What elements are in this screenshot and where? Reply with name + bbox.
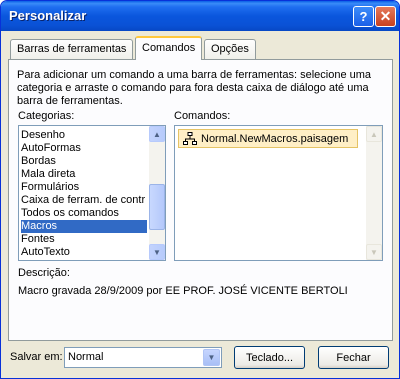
commands-label: Comandos: [174, 110, 231, 122]
commands-list[interactable]: Normal.NewMacros.paisagem ▲ ▼ [174, 125, 383, 261]
command-item-label: Normal.NewMacros.paisagem [201, 132, 349, 145]
chevron-down-icon: ▼ [207, 353, 216, 362]
scroll-up-button[interactable]: ▲ [149, 126, 165, 142]
close-button-label: Fechar [336, 351, 371, 364]
description-label: Descrição: [18, 267, 70, 279]
combo-dropdown-button[interactable]: ▼ [203, 349, 220, 366]
close-icon: ✕ [379, 8, 392, 24]
description-text: Macro gravada 28/9/2009 por EE PROF. JOS… [18, 285, 348, 297]
category-item[interactable]: Fontes [21, 233, 147, 246]
close-window-button[interactable]: ✕ [375, 6, 396, 27]
customize-dialog: Personalizar ? ✕ Barras de ferramentas C… [0, 0, 400, 379]
category-item-selected[interactable]: Macros [21, 220, 147, 233]
tab-commands-label: Comandos [142, 42, 196, 54]
category-item[interactable]: AutoTexto [21, 246, 147, 259]
command-item[interactable]: Normal.NewMacros.paisagem [178, 129, 358, 148]
commands-tab-panel: Para adicionar um comando a uma barra de… [8, 59, 393, 341]
instructions-text: Para adicionar um comando a uma barra de… [17, 69, 372, 107]
keyboard-button-label: Teclado... [245, 351, 294, 364]
help-button[interactable]: ? [353, 6, 374, 27]
tab-toolbars[interactable]: Barras de ferramentas [10, 39, 134, 59]
categories-list[interactable]: Desenho AutoFormas Bordas Mala direta Fo… [18, 125, 166, 261]
keyboard-button[interactable]: Teclado... [234, 346, 305, 369]
window-title: Personalizar [9, 8, 87, 23]
chevron-up-icon: ▲ [370, 129, 378, 139]
commands-scrollbar: ▲ ▼ [366, 126, 382, 260]
save-in-combo[interactable]: Normal ▼ [64, 347, 222, 368]
chevron-down-icon: ▼ [370, 247, 378, 257]
scroll-down-button: ▼ [366, 244, 382, 260]
category-item[interactable]: Bordas [21, 155, 147, 168]
categories-label: Categorias: [18, 110, 75, 122]
macro-icon [179, 131, 201, 146]
tab-options-label: Opções [211, 43, 249, 55]
category-item[interactable]: Formulários [21, 181, 147, 194]
close-button[interactable]: Fechar [318, 346, 389, 369]
category-item[interactable]: Todos os comandos [21, 207, 147, 220]
help-icon: ? [359, 9, 368, 24]
chevron-down-icon: ▼ [153, 247, 161, 257]
category-item[interactable]: AutoFormas [21, 142, 147, 155]
save-in-value: Normal [68, 351, 104, 363]
scroll-thumb[interactable] [149, 184, 165, 230]
chevron-up-icon: ▲ [153, 129, 161, 139]
title-bar[interactable]: Personalizar ? ✕ [1, 1, 399, 31]
categories-scrollbar[interactable]: ▲ ▼ [149, 126, 165, 260]
save-in-label: Salvar em: [10, 351, 63, 363]
tab-options[interactable]: Opções [204, 39, 256, 59]
tab-commands[interactable]: Comandos [135, 36, 203, 60]
category-item[interactable]: Desenho [21, 129, 147, 142]
category-item[interactable]: Mala direta [21, 168, 147, 181]
scroll-up-button: ▲ [366, 126, 382, 142]
category-item[interactable]: Caixa de ferram. de contr [21, 194, 147, 207]
tab-toolbars-label: Barras de ferramentas [17, 43, 127, 55]
scroll-down-button[interactable]: ▼ [149, 244, 165, 260]
